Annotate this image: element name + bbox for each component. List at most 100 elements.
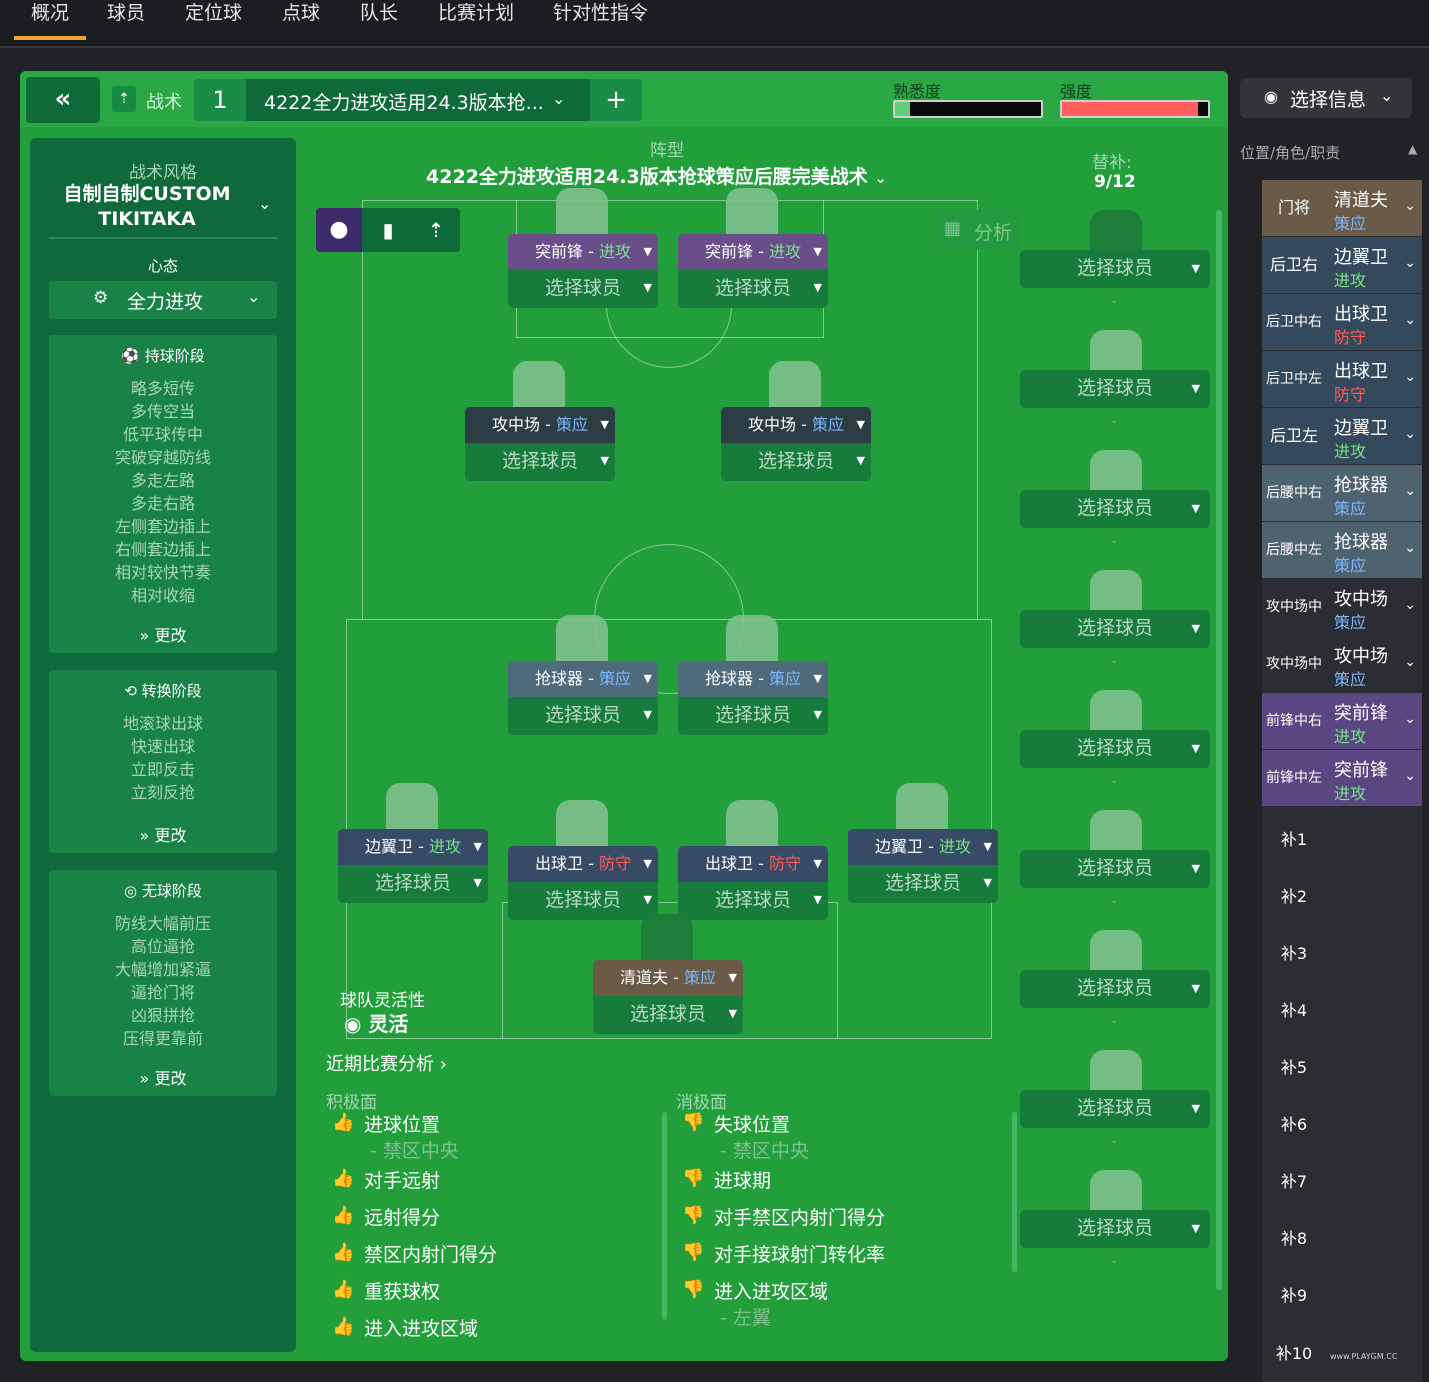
bar-chart-icon[interactable]: ▮ bbox=[368, 208, 408, 252]
select-player-dropdown[interactable]: 选择球员 ▼ bbox=[678, 882, 828, 920]
back-button[interactable]: « bbox=[26, 77, 100, 123]
caret-down-icon: ▼ bbox=[600, 418, 609, 431]
position-row[interactable]: 后卫右 边翼卫 进攻 ⌄ bbox=[1262, 237, 1422, 293]
position-row[interactable]: 前锋中右 突前锋 进攻 ⌄ bbox=[1262, 693, 1422, 749]
recent-analysis-link[interactable]: 近期比赛分析 › bbox=[326, 1050, 447, 1076]
substitute-placeholder: - bbox=[1111, 1014, 1117, 1030]
position-row[interactable]: 后卫左 边翼卫 进攻 ⌄ bbox=[1262, 408, 1422, 464]
select-player-dropdown[interactable]: 选择球员 ▼ bbox=[338, 865, 488, 903]
player-slot-card[interactable]: 突前锋 - 进攻 ▼ 选择球员 ▼ bbox=[678, 234, 828, 308]
tactic-select-dropdown[interactable]: 4222全力进攻适用24.3版本抢... ⌄ bbox=[246, 79, 590, 121]
select-player-dropdown[interactable]: 选择球员 ▼ bbox=[721, 443, 871, 481]
select-player-label: 选择球员 bbox=[1076, 257, 1153, 279]
sort-icon[interactable]: ▲ bbox=[1408, 142, 1417, 156]
position-row[interactable]: 后卫中右 出球卫 防守 ⌄ bbox=[1262, 294, 1422, 350]
player-slot-card[interactable]: 攻中场 - 策应 ▼ 选择球员 ▼ bbox=[465, 407, 615, 481]
transition-title: ⟲ 转换阶段 bbox=[124, 682, 202, 700]
position-name: 攻中场中左 bbox=[1266, 656, 1322, 728]
tab-overview[interactable]: 概况 bbox=[14, 0, 86, 40]
analysis-button[interactable]: ▦ 分析 bbox=[934, 210, 1020, 250]
player-role-button[interactable]: 抢球器 - 策应 ▼ bbox=[678, 661, 828, 697]
position-row[interactable]: 攻中场中右攻中场策应⌄ bbox=[1262, 579, 1422, 671]
select-player-dropdown[interactable]: 选择球员 ▼ bbox=[508, 697, 658, 735]
select-info-button[interactable]: ◉ 选择信息 ⌄ bbox=[1240, 78, 1412, 118]
select-player-label: 选择球员 bbox=[1076, 1097, 1153, 1119]
position-row[interactable]: 前锋中左 突前锋 进攻 ⌄ bbox=[1262, 750, 1422, 806]
substitute-select-dropdown[interactable]: 选择球员 ▼ bbox=[1020, 610, 1210, 648]
player-role-button[interactable]: 清道夫 - 策应 ▼ bbox=[593, 960, 743, 996]
player-role-button[interactable]: 出球卫 - 防守 ▼ bbox=[678, 846, 828, 882]
positive-scrollbar[interactable] bbox=[662, 1112, 667, 1320]
add-tactic-button[interactable]: + bbox=[590, 79, 642, 121]
select-player-dropdown[interactable]: 选择球员 ▼ bbox=[678, 697, 828, 735]
out-of-possession-change-button[interactable]: » 更改 bbox=[49, 1065, 277, 1089]
player-slot-card[interactable]: 边翼卫 - 进攻 ▼ 选择球员 ▼ bbox=[848, 829, 998, 903]
in-possession-change-button[interactable]: » 更改 bbox=[49, 622, 277, 646]
substitute-select-dropdown[interactable]: 选择球员 ▼ bbox=[1020, 250, 1210, 288]
substitute-slot-label: 补4 bbox=[1280, 1001, 1308, 1020]
mentality-dropdown[interactable]: ⚙ 全力进攻 ⌄ bbox=[49, 281, 277, 319]
instruction-item: 多走左路 bbox=[130, 471, 195, 490]
player-role-button[interactable]: 抢球器 - 策应 ▼ bbox=[508, 661, 658, 697]
substitute-select-dropdown[interactable]: 选择球员 ▼ bbox=[1020, 370, 1210, 408]
player-view-icon[interactable]: ● bbox=[316, 208, 362, 252]
caret-down-icon: ▼ bbox=[856, 454, 865, 467]
subs-scrollbar[interactable] bbox=[1216, 210, 1222, 1290]
player-slot-card[interactable]: 抢球器 - 策应 ▼ 选择球员 ▼ bbox=[678, 661, 828, 735]
player-role-button[interactable]: 出球卫 - 防守 ▼ bbox=[508, 846, 658, 882]
position-role: 抢球器 bbox=[1334, 532, 1388, 553]
substitute-select-dropdown[interactable]: 选择球员 ▼ bbox=[1020, 850, 1210, 888]
player-role-button[interactable]: 攻中场 - 策应 ▼ bbox=[465, 407, 615, 443]
tab-set-pieces[interactable]: 定位球 bbox=[185, 0, 242, 40]
position-row[interactable]: 攻中场中左攻中场策应 ⌄ bbox=[1262, 636, 1422, 728]
thumbs-down-icon: 👎 bbox=[682, 1205, 705, 1226]
player-role-button[interactable]: 边翼卫 - 进攻 ▼ bbox=[848, 829, 998, 865]
select-player-dropdown[interactable]: 选择球员 ▼ bbox=[593, 996, 743, 1034]
select-player-dropdown[interactable]: 选择球员 ▼ bbox=[678, 270, 828, 308]
player-slot-card[interactable]: 出球卫 - 防守 ▼ 选择球员 ▼ bbox=[508, 846, 658, 920]
top-navigation: 概况 球员 定位球 点球 队长 比赛计划 针对性指令 bbox=[0, 0, 1429, 48]
tactic-upload-icon[interactable]: ⇡ bbox=[416, 208, 456, 252]
select-player-label: 选择球员 bbox=[1076, 1217, 1153, 1239]
substitute-select-dropdown[interactable]: 选择球员 ▼ bbox=[1020, 490, 1210, 528]
player-role-button[interactable]: 突前锋 - 进攻 ▼ bbox=[508, 234, 658, 270]
substitute-select-dropdown[interactable]: 选择球员 ▼ bbox=[1020, 1210, 1210, 1248]
tab-match-plan[interactable]: 比赛计划 bbox=[438, 0, 514, 40]
position-row[interactable]: 后卫中左 出球卫 防守 ⌄ bbox=[1262, 351, 1422, 407]
player-slot-card[interactable]: 边翼卫 - 进攻 ▼ 选择球员 ▼ bbox=[338, 829, 488, 903]
formation-label: 阵型 bbox=[650, 141, 684, 161]
select-player-dropdown[interactable]: 选择球员 ▼ bbox=[508, 270, 658, 308]
transition-change-button[interactable]: » 更改 bbox=[49, 822, 277, 846]
position-row[interactable]: 门将 清道夫 策应 ⌄ bbox=[1262, 180, 1422, 236]
analysis-item: - 禁区中央 bbox=[370, 1140, 459, 1162]
tab-opposition-instructions[interactable]: 针对性指令 bbox=[553, 0, 648, 40]
analysis-item: 进入进攻区域 bbox=[364, 1318, 479, 1340]
select-player-dropdown[interactable]: 选择球员 ▼ bbox=[508, 882, 658, 920]
select-player-dropdown[interactable]: 选择球员 ▼ bbox=[465, 443, 615, 481]
player-slot-card[interactable]: 抢球器 - 策应 ▼ 选择球员 ▼ bbox=[508, 661, 658, 735]
tactic-style-value[interactable]: 自制自制CUSTOM TIKITAKA bbox=[34, 182, 260, 232]
player-slot-card[interactable]: 突前锋 - 进攻 ▼ 选择球员 ▼ bbox=[508, 234, 658, 308]
player-role-button[interactable]: 边翼卫 - 进攻 ▼ bbox=[338, 829, 488, 865]
caret-down-icon: ▼ bbox=[643, 857, 652, 870]
tab-players[interactable]: 球员 bbox=[107, 0, 145, 40]
player-slot-card[interactable]: 攻中场 - 策应 ▼ 选择球员 ▼ bbox=[721, 407, 871, 481]
negative-scrollbar[interactable] bbox=[1012, 1112, 1017, 1272]
tactic-slot-number[interactable]: 1 bbox=[194, 79, 246, 121]
chevron-down-icon[interactable]: ⌄ bbox=[258, 194, 271, 213]
substitute-select-dropdown[interactable]: 选择球员 ▼ bbox=[1020, 1090, 1210, 1128]
position-row[interactable]: 后腰中右 抢球器 策应 ⌄ bbox=[1262, 465, 1422, 521]
position-row[interactable]: 后腰中左 抢球器 策应 ⌄ bbox=[1262, 522, 1422, 578]
tab-captains[interactable]: 队长 bbox=[360, 0, 398, 40]
player-slot-card[interactable]: 出球卫 - 防守 ▼ 选择球员 ▼ bbox=[678, 846, 828, 920]
substitute-select-dropdown[interactable]: 选择球员 ▼ bbox=[1020, 970, 1210, 1008]
select-player-dropdown[interactable]: 选择球员 ▼ bbox=[848, 865, 998, 903]
select-info-label: 选择信息 bbox=[1290, 89, 1367, 111]
player-role-button[interactable]: 突前锋 - 进攻 ▼ bbox=[678, 234, 828, 270]
tab-penalties[interactable]: 点球 bbox=[282, 0, 320, 40]
player-role-button[interactable]: 攻中场 - 策应 ▼ bbox=[721, 407, 871, 443]
formation-dropdown[interactable]: 4222全力进攻适用24.3版本抢球策应后腰完美战术 ⌄ bbox=[426, 162, 887, 189]
player-slot-card[interactable]: 清道夫 - 策应 ▼ 选择球员 ▼ bbox=[593, 960, 743, 1034]
instruction-item: 相对收缩 bbox=[130, 586, 195, 605]
substitute-select-dropdown[interactable]: 选择球员 ▼ bbox=[1020, 730, 1210, 768]
